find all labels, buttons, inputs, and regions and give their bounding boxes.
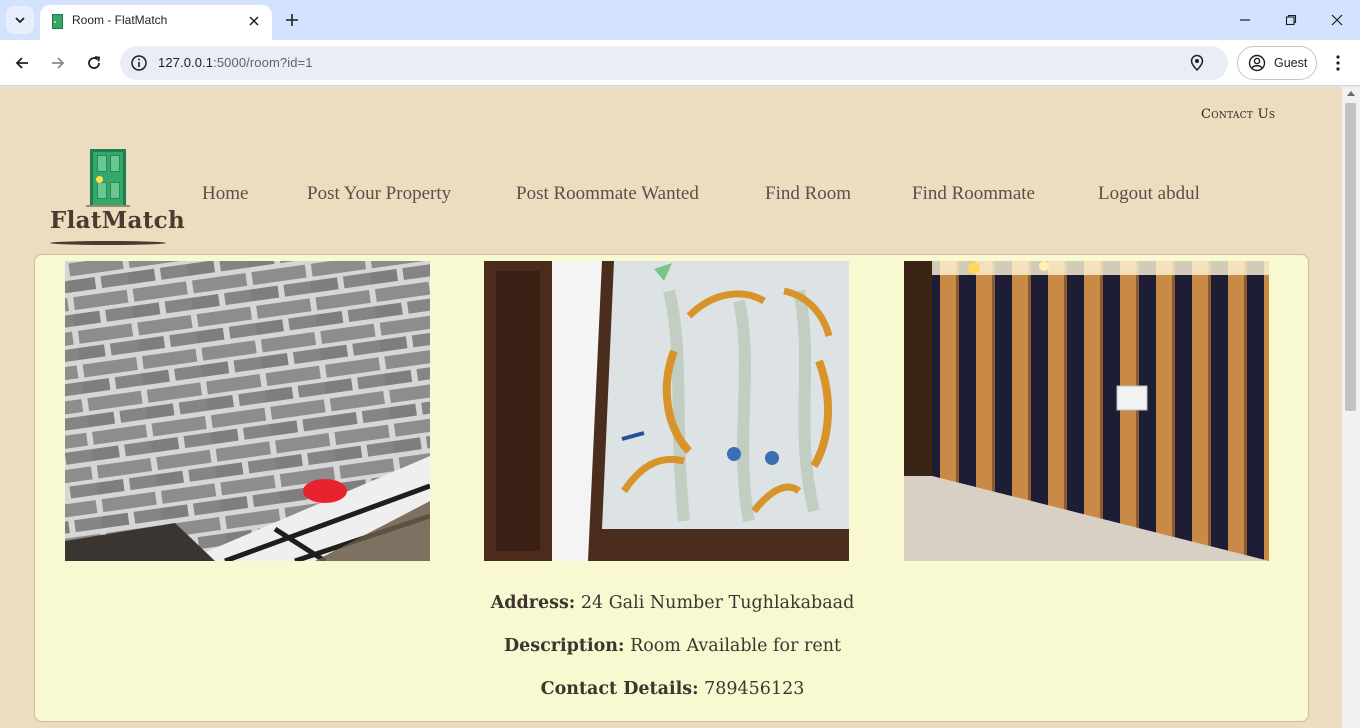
site-info-icon[interactable] [130, 54, 148, 72]
reload-icon [88, 56, 101, 69]
url-host: 127.0.0.1 [158, 55, 214, 70]
address-value: 24 Gali Number Tughlakabaad [580, 593, 855, 613]
page-viewport: Contact Us FlatMatch Home Post Your Prop… [0, 87, 1342, 728]
reload-button[interactable] [79, 48, 109, 78]
nav-post-roommate-wanted[interactable]: Post Roommate Wanted [516, 183, 699, 205]
room-photo-2-image [484, 261, 849, 561]
new-tab-button[interactable] [280, 8, 304, 32]
nav-post-your-property[interactable]: Post Your Property [307, 183, 451, 205]
minimize-button[interactable] [1222, 4, 1268, 36]
browser-tab[interactable]: Room - FlatMatch [40, 5, 272, 40]
door-panel [110, 155, 120, 172]
address-label: Address: [490, 593, 576, 613]
restore-button[interactable] [1268, 4, 1314, 36]
scrollbar-thumb[interactable] [1345, 103, 1356, 411]
contact-us-link[interactable]: Contact Us [1201, 107, 1275, 122]
main-nav: Home Post Your Property Post Roommate Wa… [0, 183, 1342, 213]
address-bar[interactable]: 127.0.0.1:5000/room?id=1 [120, 46, 1228, 80]
arrow-right-icon [52, 57, 65, 69]
nav-logout[interactable]: Logout abdul [1098, 183, 1200, 205]
door-knob [96, 176, 103, 183]
url-text[interactable]: 127.0.0.1:5000/room?id=1 [158, 55, 313, 70]
nav-find-room[interactable]: Find Room [765, 183, 851, 205]
tab-strip: Room - FlatMatch [0, 0, 1360, 40]
browser-menu-button[interactable] [1326, 48, 1350, 78]
back-button[interactable] [7, 48, 37, 78]
contact-details-value: 789456123 [704, 679, 805, 699]
chevron-down-icon [15, 17, 25, 24]
address-line: Address: 24 Gali Number Tughlakabaad [35, 593, 1310, 613]
tab-close-button[interactable] [244, 11, 264, 31]
browser-toolbar: 127.0.0.1:5000/room?id=1 Guest [0, 40, 1360, 86]
nav-find-roommate[interactable]: Find Roommate [912, 183, 1035, 205]
logo-underline [50, 241, 166, 245]
location-pin-icon[interactable] [1188, 54, 1206, 72]
profile-button[interactable]: Guest [1237, 46, 1317, 80]
room-photo-3-image [904, 261, 1269, 561]
page-scrollbar[interactable] [1342, 87, 1360, 728]
description-label: Description: [503, 636, 625, 656]
description-value: Room Available for rent [630, 636, 842, 656]
minimize-icon [1240, 19, 1250, 21]
flatmatch-favicon-icon [52, 14, 63, 29]
room-photo-2 [484, 261, 849, 561]
more-vert-icon [1336, 55, 1340, 71]
plus-icon [286, 14, 298, 26]
scroll-up-arrow-icon[interactable] [1347, 91, 1355, 96]
nav-home[interactable]: Home [202, 183, 248, 205]
url-path: :5000/room?id=1 [213, 55, 313, 70]
room-card: Address: 24 Gali Number Tughlakabaad Des… [34, 254, 1309, 722]
room-photo-1-image [65, 261, 430, 561]
arrow-left-icon [15, 57, 28, 69]
contact-details-label: Contact Details: [540, 679, 699, 699]
room-photo-3 [904, 261, 1269, 561]
tab-search-button[interactable] [6, 6, 34, 34]
forward-button[interactable] [43, 48, 73, 78]
profile-label: Guest [1274, 56, 1308, 70]
tab-title: Room - FlatMatch [72, 13, 168, 27]
close-icon [249, 16, 259, 26]
restore-icon [1285, 14, 1297, 26]
contact-details-line: Contact Details: 789456123 [35, 679, 1310, 699]
door-panel [97, 155, 107, 172]
description-line: Description: Room Available for rent [35, 636, 1310, 656]
account-icon [1248, 54, 1266, 72]
close-icon [1331, 14, 1343, 26]
room-photo-1 [65, 261, 430, 561]
close-window-button[interactable] [1314, 4, 1360, 36]
